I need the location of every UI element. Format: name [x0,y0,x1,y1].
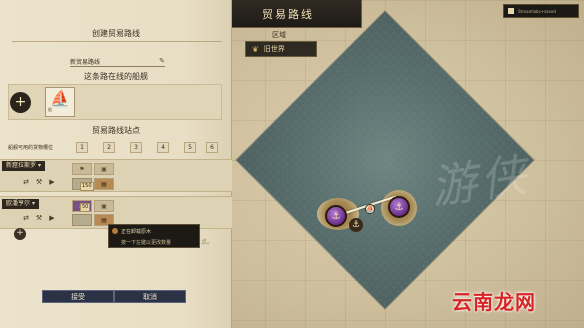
crest-icon: ❦ [252,44,259,54]
minimap-overlay: Streamlabs+saved [503,4,579,18]
cargo-slot[interactable]: ⚑ [72,163,92,175]
cargo-slot[interactable]: ▣ [94,200,114,212]
ships-row [8,84,222,120]
slot-number: 1 [76,142,88,153]
route-name-value: 新贸易路线 [70,58,101,66]
ship-card[interactable]: ⛵ 船 [45,87,75,117]
slot-number: 6 [206,142,218,153]
stop-name-label: 新窟拉斯罗 [6,162,37,169]
cancel-button[interactable]: 取消 [114,290,186,303]
add-ship-button[interactable]: + [10,92,31,113]
arrow-icon: ▶ [49,178,55,186]
region-selector[interactable]: ❦ 旧世界 [245,41,317,57]
cargo-slot[interactable]: ▣ [94,163,114,175]
stop-name-label: 欧潘亨尔 [6,200,31,207]
quantity-badge: 50 [80,203,91,212]
ship-tag: 船 [48,107,52,112]
map-watermark: 游侠 [427,147,534,215]
arrow-icon: ▶ [49,214,55,222]
add-stop-button[interactable]: + [14,228,26,240]
camera-icon [508,8,514,14]
quantity-badge: 150 [80,182,94,191]
page-title: 贸易路线 [214,0,362,28]
cargo-tooltip: 正在卸载原木 按一下左键以更改数量 [108,224,200,248]
site-watermark: 云南龙网 [452,290,536,314]
harbor-marker-west[interactable]: ⚓ [325,205,347,227]
dropdown-icon: ▾ [38,162,42,169]
panel-header: 创建贸易路线 [92,29,140,38]
pencil-icon[interactable]: ✎ [159,57,165,65]
load-icon[interactable]: ⇄ [20,177,32,187]
ships-title: 这条路在线的船舰 [84,72,148,81]
load-icon[interactable]: ⇄ [20,213,32,223]
anchor-icon: ⚓ [349,218,363,232]
region-value: 旧世界 [263,45,285,53]
region-label: 区域 [272,31,286,39]
stops-title: 贸易路线站点 [92,126,140,135]
dropdown-icon: ▾ [32,200,36,207]
goods-icon: ⚒ [35,214,43,222]
route-name-field[interactable]: 新贸易路线 ✎ [70,56,165,67]
harbor-marker-east[interactable]: ⚓ [388,196,410,218]
accept-button[interactable]: 接受 [42,290,114,303]
ship-icon[interactable]: ⛵ [365,204,375,214]
stop-name[interactable]: 欧潘亨尔 ▾ [2,199,40,209]
tooltip-hint: 按一下左键以更改数量 [121,240,172,246]
cargo-slot[interactable] [72,214,92,226]
goods-icon: ⚒ [35,178,43,186]
hint-text: 点。 [201,239,214,246]
cargo-slot-logs[interactable]: ▤ [94,178,114,190]
minimap-label: Streamlabs+saved [518,8,556,14]
stop-name[interactable]: 新窟拉斯罗 ▾ [2,161,46,171]
slot-number: 2 [103,142,115,153]
galleon-icon: ⛵ [50,89,70,108]
slot-number: 5 [184,142,196,153]
slot-number: 3 [130,142,142,153]
tooltip-title: 正在卸载原木 [121,229,152,235]
cargo-slots-label: 船舰可用的货物槽位 [8,145,54,151]
slot-number: 4 [157,142,169,153]
divider [12,41,222,42]
log-icon [112,228,118,234]
